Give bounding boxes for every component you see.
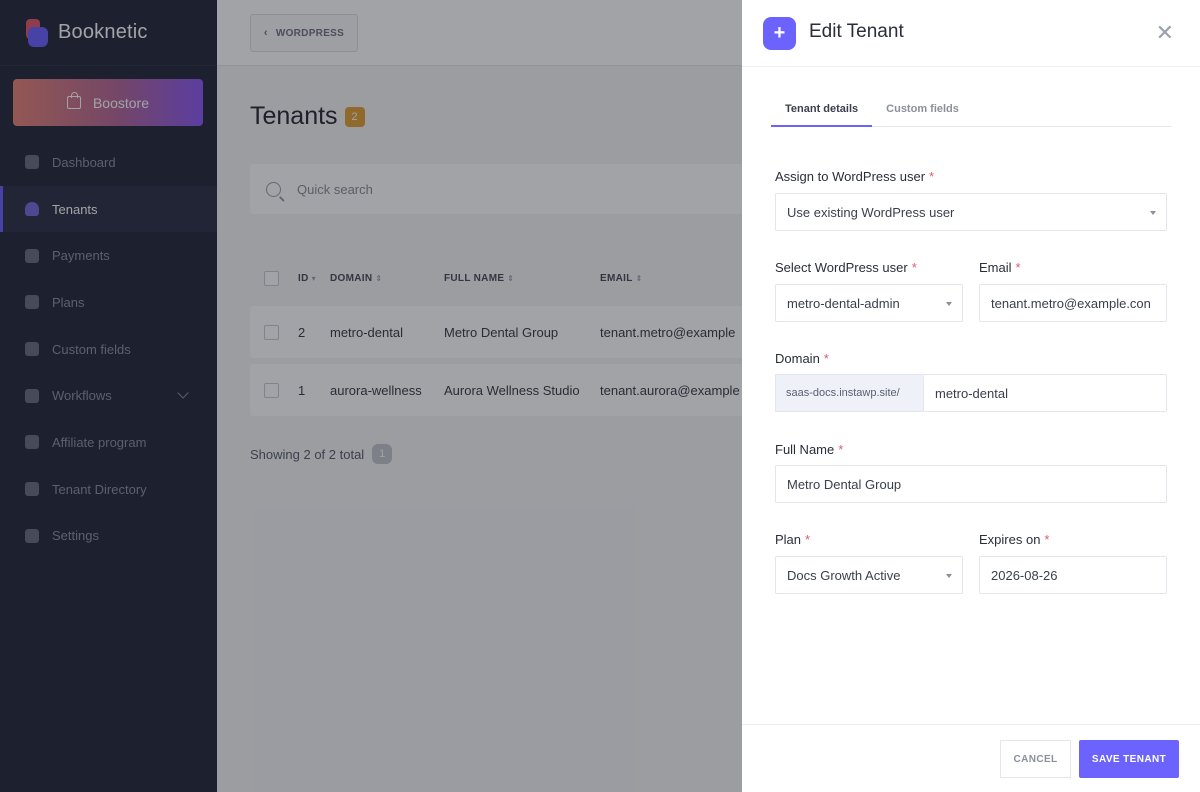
email-field[interactable]: tenant.metro@example.con [979,284,1167,322]
wordpress-user-select[interactable]: metro-dental-admin [775,284,963,322]
plan-label: Plan * [775,532,811,547]
tab-custom-fields[interactable]: Custom fields [872,94,973,127]
required-mark: * [805,532,811,547]
required-mark: * [1015,260,1021,275]
select-user-label: Select WordPress user * [775,260,917,275]
required-mark: * [838,442,844,457]
close-icon[interactable]: ✕ [1156,20,1174,46]
plus-icon: + [763,17,796,50]
expires-label: Expires on * [979,532,1050,547]
required-mark: * [929,169,935,184]
panel-tabs: Tenant details Custom fields [771,94,1171,127]
plan-select[interactable]: Docs Growth Active [775,556,963,594]
required-mark: * [1044,532,1050,547]
panel-header: + Edit Tenant ✕ [742,0,1200,67]
expires-date-field[interactable]: 2026-08-26 [979,556,1167,594]
email-label: Email * [979,260,1021,275]
caret-down-icon [946,574,952,578]
cancel-button[interactable]: CANCEL [1000,740,1071,778]
assign-user-label: Assign to WordPress user * [775,169,935,184]
domain-field[interactable]: metro-dental [923,374,1167,412]
required-mark: * [911,260,917,275]
required-mark: * [823,351,829,366]
domain-prefix: saas-docs.instawp.site/ [775,374,923,412]
tab-tenant-details[interactable]: Tenant details [771,94,873,127]
save-tenant-button[interactable]: SAVE TENANT [1079,740,1179,778]
assign-user-select[interactable]: Use existing WordPress user [775,193,1167,231]
full-name-field[interactable]: Metro Dental Group [775,465,1167,503]
caret-down-icon [946,302,952,306]
full-name-label: Full Name * [775,442,844,457]
panel-title: Edit Tenant [809,21,904,42]
domain-label: Domain * [775,351,829,366]
modal-backdrop[interactable] [0,0,742,792]
caret-down-icon [1150,211,1156,215]
